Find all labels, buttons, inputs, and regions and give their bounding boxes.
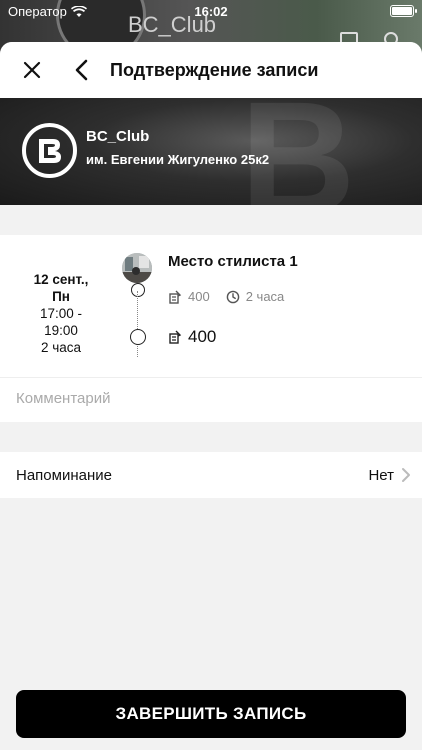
booking-card: 12 сент., Пн 17:00 - 19:00 2 часа Место … — [0, 235, 422, 377]
clock-icon — [226, 290, 240, 303]
reminder-value: Нет — [368, 467, 394, 484]
timeline-line — [137, 291, 138, 357]
service-name: Место стилиста 1 — [168, 253, 298, 270]
service-duration: 2 часа — [245, 289, 285, 304]
booking-datetime: 12 сент., Пн 17:00 - 19:00 2 часа — [18, 271, 104, 356]
salon-name: BC_Club — [86, 128, 150, 145]
comment-input[interactable] — [16, 390, 396, 407]
booking-weekday: Пн — [52, 289, 70, 304]
logo-mark-icon — [38, 138, 61, 163]
booking-time-from: 17:00 - — [39, 306, 83, 321]
booking-duration: 2 часа — [40, 340, 82, 355]
salon-logo — [22, 123, 77, 178]
reminder-label: Напоминание — [16, 467, 112, 484]
reminder-row[interactable]: Напоминание Нет — [0, 452, 422, 498]
salon-address: им. Евгении Жигуленко 25к2 — [86, 152, 270, 167]
salon-interior-image — [122, 253, 152, 283]
booking-confirmation-sheet: Подтверждение записи B BC_Club им. Евген… — [0, 42, 422, 750]
price-tag-icon — [169, 290, 182, 304]
total-price: 400 — [188, 327, 217, 346]
complete-booking-button[interactable]: ЗАВЕРШИТЬ ЗАПИСЬ — [16, 690, 406, 738]
service-meta: 400 2 часа — [168, 289, 284, 304]
navbar: Подтверждение записи — [0, 42, 422, 98]
booking-date: 12 сент., — [33, 272, 89, 287]
close-icon[interactable] — [20, 58, 44, 82]
total-row: 400 — [168, 327, 216, 347]
status-time: 16:02 — [194, 4, 228, 19]
timeline-start-dot — [131, 283, 145, 297]
booking-time-to: 19:00 — [44, 323, 78, 338]
salon-header: B BC_Club им. Евгении Жигуленко 25к2 — [0, 98, 422, 205]
stylist-avatar — [122, 253, 152, 283]
status-bar: Оператор 16:02 — [0, 0, 422, 22]
comment-row — [0, 377, 422, 422]
back-chevron-icon[interactable] — [70, 58, 94, 82]
battery-icon — [390, 5, 417, 17]
timeline-end-dot — [130, 329, 146, 345]
price-tag-icon — [169, 330, 182, 344]
chevron-right-icon — [402, 468, 410, 482]
service-price: 400 — [188, 289, 210, 304]
page-title: Подтверждение записи — [110, 60, 319, 80]
